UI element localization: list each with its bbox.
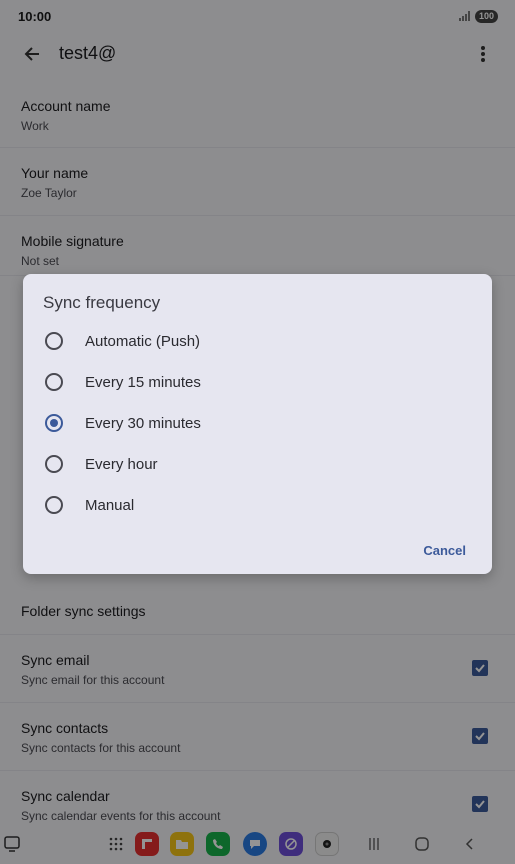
radio-dot: [50, 419, 58, 427]
radio-button[interactable]: [45, 332, 63, 350]
radio-button-selected[interactable]: [45, 414, 63, 432]
option-label: Every hour: [85, 455, 158, 473]
radio-button[interactable]: [45, 455, 63, 473]
dialog-title: Sync frequency: [43, 293, 161, 312]
radio-button[interactable]: [45, 373, 63, 391]
cancel-button[interactable]: Cancel: [423, 543, 466, 558]
option-label: Automatic (Push): [85, 332, 201, 350]
radio-button[interactable]: [45, 496, 63, 514]
option-label: Manual: [85, 496, 135, 514]
option-automatic-push[interactable]: Automatic (Push): [23, 321, 492, 361]
option-manual[interactable]: Manual: [23, 485, 492, 525]
option-every-30-minutes[interactable]: Every 30 minutes: [23, 403, 492, 443]
option-label: Every 30 minutes: [85, 414, 201, 432]
sync-frequency-dialog: Sync frequency Automatic (Push) Every 15…: [23, 274, 492, 574]
option-every-15-minutes[interactable]: Every 15 minutes: [23, 362, 492, 402]
option-every-hour[interactable]: Every hour: [23, 444, 492, 484]
option-label: Every 15 minutes: [85, 373, 201, 391]
